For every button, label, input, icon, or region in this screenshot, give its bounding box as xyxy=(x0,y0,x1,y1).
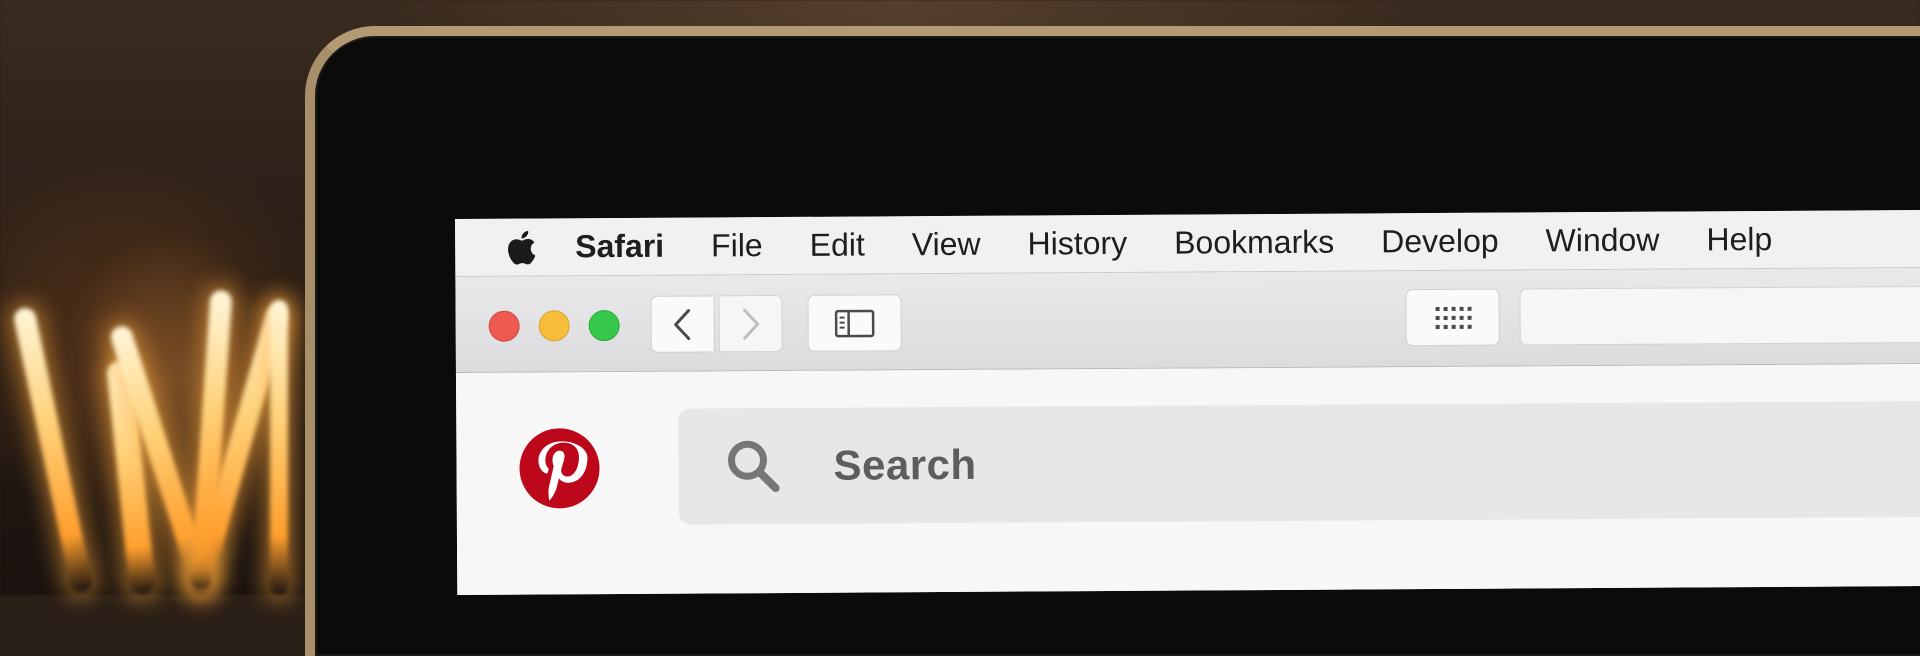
zoom-window-button[interactable] xyxy=(589,310,620,341)
address-bar[interactable] xyxy=(1519,286,1920,346)
macos-menu-bar: Safari File Edit View History Bookmarks … xyxy=(455,210,1920,277)
search-icon xyxy=(723,436,783,496)
menu-view[interactable]: View xyxy=(912,226,981,263)
top-sites-button[interactable] xyxy=(1405,289,1499,347)
menu-develop[interactable]: Develop xyxy=(1381,223,1499,261)
laptop-screen: Safari File Edit View History Bookmarks … xyxy=(455,210,1920,595)
minimize-window-button[interactable] xyxy=(539,310,570,341)
grid-icon xyxy=(1433,303,1473,331)
apple-logo-icon[interactable] xyxy=(501,229,541,265)
chevron-right-icon xyxy=(740,307,762,341)
show-sidebar-button[interactable] xyxy=(807,294,901,352)
bulb-filament xyxy=(270,300,288,595)
search-input[interactable]: Search xyxy=(678,401,1920,525)
close-window-button[interactable] xyxy=(489,311,520,342)
forward-button[interactable] xyxy=(718,295,782,352)
menu-window[interactable]: Window xyxy=(1545,222,1659,260)
menu-history[interactable]: History xyxy=(1027,225,1127,263)
back-button[interactable] xyxy=(650,295,714,352)
menu-edit[interactable]: Edit xyxy=(810,226,865,263)
browser-toolbar xyxy=(455,268,1920,373)
menu-safari[interactable]: Safari xyxy=(575,228,664,266)
menu-bookmarks[interactable]: Bookmarks xyxy=(1174,224,1334,262)
pinterest-logo-icon[interactable] xyxy=(518,427,600,509)
menu-help[interactable]: Help xyxy=(1706,221,1772,258)
chevron-left-icon xyxy=(672,307,694,341)
search-placeholder: Search xyxy=(833,441,976,490)
menu-file[interactable]: File xyxy=(711,227,763,264)
pinterest-page: Search xyxy=(456,364,1920,595)
sidebar-icon xyxy=(835,309,875,337)
